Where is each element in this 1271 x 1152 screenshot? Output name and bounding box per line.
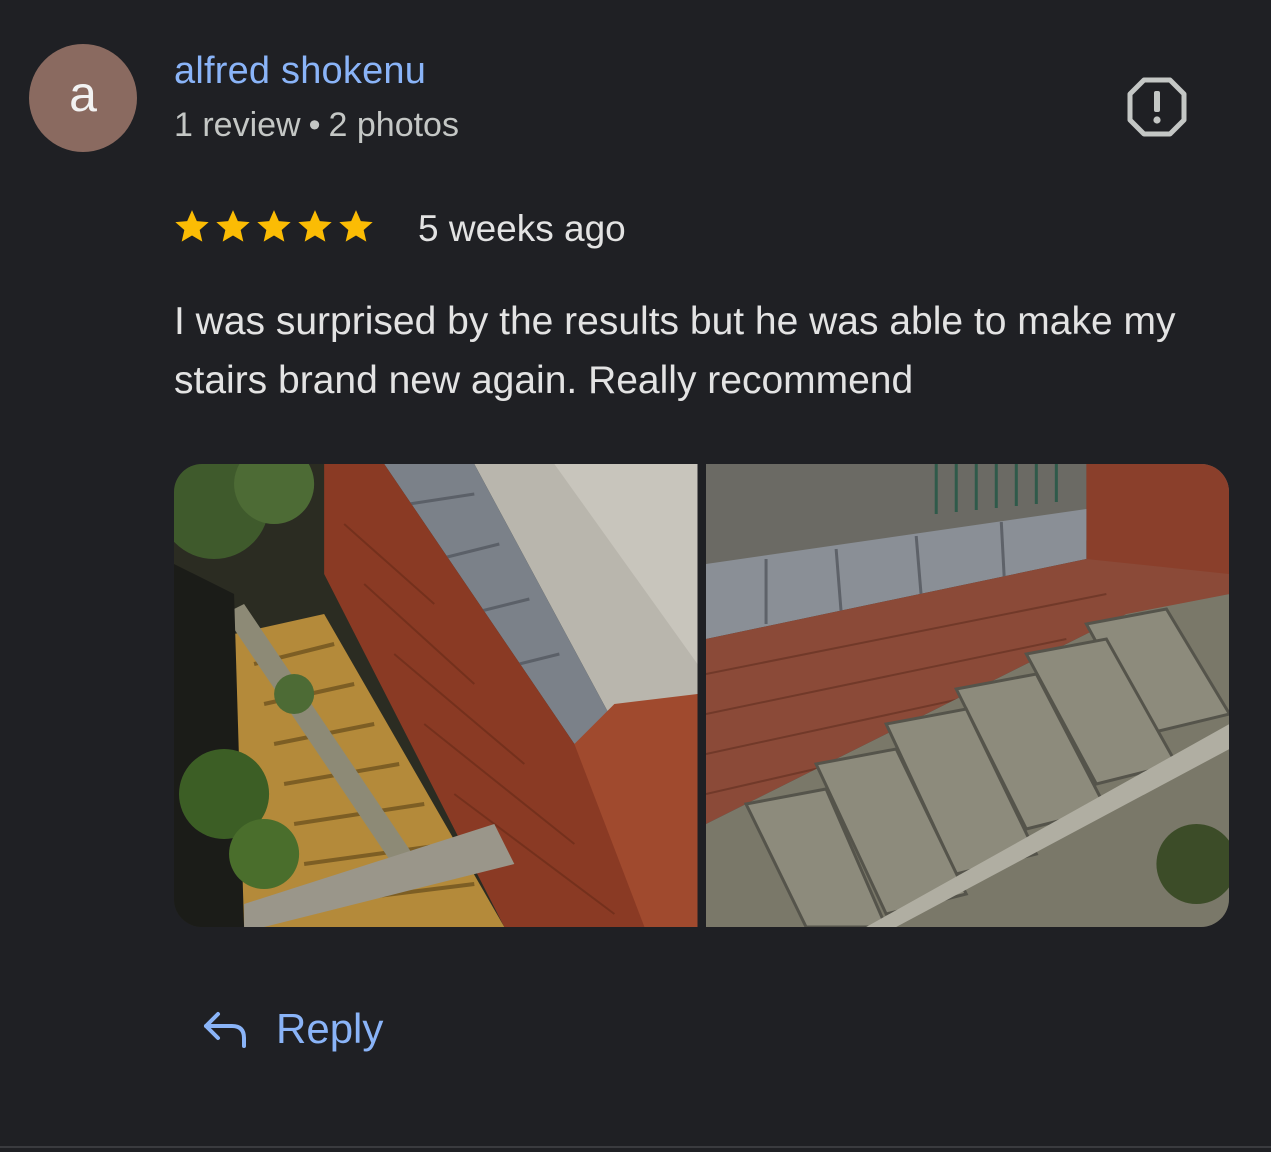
reply-label: Reply xyxy=(276,1005,384,1052)
avatar-letter: a xyxy=(69,66,97,122)
photo-count: 2 photos xyxy=(328,106,459,144)
report-flag-icon xyxy=(1127,77,1187,137)
review-card: a alfred shokenu 1 review • 2 photos 5 wee… xyxy=(0,0,1271,1152)
reply-arrow-icon xyxy=(204,1012,246,1048)
reply-button[interactable]: Reply xyxy=(200,1004,383,1054)
review-photo-2[interactable] xyxy=(705,464,1229,927)
star-icon xyxy=(298,210,332,242)
star-icon xyxy=(216,210,250,242)
star-icon xyxy=(339,210,373,242)
review-photo-1[interactable] xyxy=(174,464,698,927)
star-icon xyxy=(257,210,291,242)
review-text: I was surprised by the results but he wa… xyxy=(174,300,1176,402)
report-button[interactable] xyxy=(1126,76,1188,138)
meta-separator: • xyxy=(308,106,321,144)
divider xyxy=(0,1146,1271,1148)
review-count: 1 review xyxy=(174,106,301,144)
star-rating xyxy=(172,206,376,246)
photo-gallery xyxy=(174,464,1229,927)
author-name-link[interactable]: alfred shokenu xyxy=(174,50,426,93)
avatar[interactable]: a xyxy=(29,44,137,152)
star-icon xyxy=(175,210,209,242)
author-meta: 1 review • 2 photos xyxy=(174,106,459,145)
review-time: 5 weeks ago xyxy=(418,208,626,249)
